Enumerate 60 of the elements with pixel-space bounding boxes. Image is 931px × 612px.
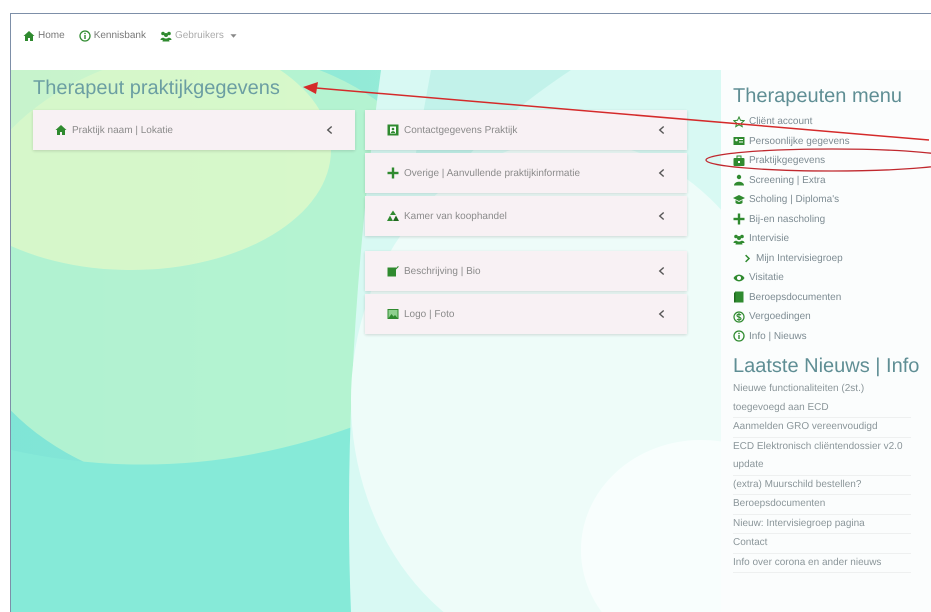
house-icon bbox=[23, 30, 35, 42]
info-icon bbox=[78, 30, 91, 42]
person-icon bbox=[733, 174, 745, 186]
edit-icon bbox=[387, 265, 399, 277]
menu-link[interactable]: Info | Nieuws bbox=[733, 326, 807, 346]
news-link[interactable]: Info over corona en ander nieuws bbox=[733, 554, 911, 573]
menu-link[interactable]: Cliënt account bbox=[733, 112, 812, 132]
menu-link[interactable]: Praktijkgegevens bbox=[733, 151, 826, 170]
news-link[interactable]: Aanmelden GRO vereenvoudigd bbox=[733, 418, 911, 438]
chevron-left-icon bbox=[658, 211, 665, 221]
caret-icon bbox=[230, 32, 237, 39]
nav-link[interactable]: Home bbox=[23, 28, 65, 43]
graduation-cap-icon bbox=[733, 194, 745, 206]
news-link[interactable]: Contact bbox=[733, 534, 911, 554]
accordion-header[interactable]: Kamer van koophandel bbox=[365, 196, 687, 236]
address-book-icon bbox=[387, 124, 399, 136]
menu-link[interactable]: Visitatie bbox=[733, 268, 784, 288]
news-link[interactable]: Nieuw: Intervisiegroep pagina bbox=[733, 514, 911, 534]
accordion-header[interactable]: Logo | Foto bbox=[365, 294, 687, 334]
news-link[interactable]: (extra) Muurschild bestellen? bbox=[733, 476, 911, 495]
news-link[interactable]: Beroepsdocumenten bbox=[733, 495, 911, 514]
menu-link[interactable]: Bij-en nascholing bbox=[733, 210, 826, 229]
menu-link[interactable]: Scholing | Diploma's bbox=[733, 190, 840, 210]
nav-link[interactable]: Kennisbank bbox=[78, 28, 146, 43]
house-icon bbox=[55, 124, 67, 136]
chevron-left-icon bbox=[658, 266, 665, 276]
chevron-left-icon bbox=[658, 125, 665, 135]
plus-icon bbox=[387, 167, 399, 179]
menu-link[interactable]: Mijn Intervisiegroep bbox=[733, 248, 843, 268]
menu-link[interactable]: Vergoedingen bbox=[733, 307, 811, 326]
menu-title: Therapeuten menu bbox=[733, 84, 902, 108]
chevron-left-icon bbox=[658, 309, 665, 319]
menu-link[interactable]: Persoonlijke gegevens bbox=[733, 132, 850, 151]
info-icon bbox=[733, 330, 745, 342]
people-icon bbox=[387, 210, 399, 222]
star-icon bbox=[733, 116, 745, 128]
briefcase-icon bbox=[733, 154, 745, 167]
menu-link[interactable]: Beroepsdocumenten bbox=[733, 288, 842, 307]
group-icon bbox=[160, 30, 172, 42]
accordion-header[interactable]: Beschrijving | Bio bbox=[365, 251, 687, 291]
id-card-icon bbox=[733, 135, 745, 148]
news-title: Laatste Nieuws | Info bbox=[733, 354, 920, 378]
menu-link[interactable]: Screening | Extra bbox=[733, 170, 826, 190]
eye-icon bbox=[733, 272, 745, 284]
book-icon bbox=[733, 291, 745, 304]
plus-icon bbox=[733, 213, 745, 226]
news-link[interactable]: ECD Elektronisch cliëntendossier v2.0 update bbox=[733, 438, 911, 476]
news-link[interactable]: Nieuwe functionaliteiten (2st.) toegevoegd aan ECD bbox=[733, 380, 911, 418]
group-icon bbox=[733, 232, 745, 245]
dollar-icon bbox=[733, 310, 745, 323]
accordion-header[interactable]: Praktijk naam | Lokatie bbox=[33, 110, 355, 150]
chevron-left-icon bbox=[326, 125, 333, 135]
image-icon bbox=[387, 308, 399, 320]
accordion-header[interactable]: Contactgegevens Praktijk bbox=[365, 110, 687, 150]
nav-link[interactable]: Gebruikers bbox=[160, 28, 237, 43]
menu-link[interactable]: Intervisie bbox=[733, 229, 790, 248]
chevron-right-icon bbox=[743, 254, 752, 263]
page-title: Therapeut praktijkgegevens bbox=[33, 76, 280, 100]
chevron-left-icon bbox=[658, 168, 665, 178]
accordion-header[interactable]: Overige | Aanvullende praktijkinformatie bbox=[365, 153, 687, 193]
